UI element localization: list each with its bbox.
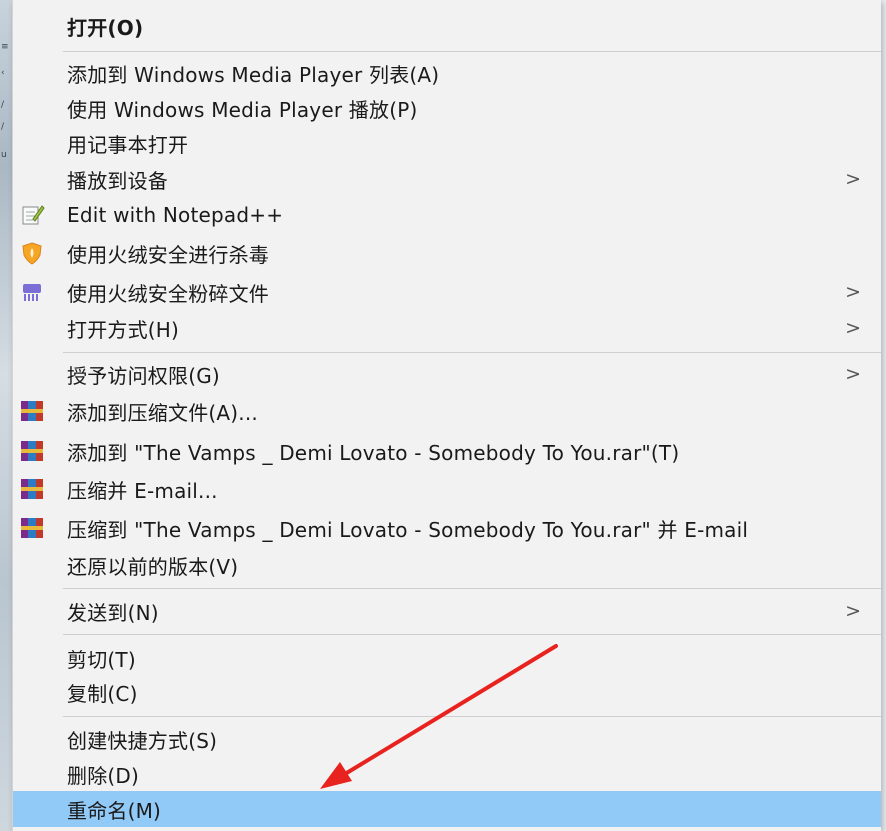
menu-item-label: Edit with Notepad++ (67, 203, 284, 227)
context-menu: 打开(O) 添加到 Windows Media Player 列表(A) 使用 … (12, 0, 881, 831)
huorong-shield-icon (22, 242, 42, 265)
menu-item-label: 添加到 Windows Media Player 列表(A) (67, 62, 440, 87)
menu-item-open-with-notepad[interactable]: 用记事本打开 (13, 125, 881, 161)
menu-item-label: 重命名(M) (67, 798, 162, 823)
menu-item-label: 还原以前的版本(V) (67, 554, 239, 579)
menu-item-label: 发送到(N) (67, 600, 159, 625)
menu-item-rename[interactable]: 重命名(M) (13, 791, 881, 827)
menu-item-create-shortcut[interactable]: 创建快捷方式(S) (13, 721, 881, 757)
menu-item-label: 压缩到 "The Vamps _ Demi Lovato - Somebody … (67, 517, 749, 542)
menu-item-add-to-rar[interactable]: 添加到 "The Vamps _ Demi Lovato - Somebody … (13, 433, 881, 469)
menu-separator (63, 716, 881, 717)
menu-item-send-to[interactable]: 发送到(N) > (13, 593, 881, 629)
winrar-icon (21, 441, 43, 461)
menu-item-add-to-archive[interactable]: 添加到压缩文件(A)... (13, 393, 881, 429)
winrar-icon (21, 518, 43, 538)
shredder-icon (23, 284, 41, 301)
menu-item-play-with-wmp[interactable]: 使用 Windows Media Player 播放(P) (13, 90, 881, 126)
chevron-right-icon: > (845, 317, 861, 339)
menu-item-huorong-shred[interactable]: 使用火绒安全粉碎文件 > (13, 274, 881, 310)
menu-item-compress-email[interactable]: 压缩并 E-mail... (13, 471, 881, 507)
menu-item-label: 使用火绒安全进行杀毒 (67, 242, 269, 267)
menu-item-cut[interactable]: 剪切(T) (13, 640, 881, 676)
menu-item-compress-to-rar-email[interactable]: 压缩到 "The Vamps _ Demi Lovato - Somebody … (13, 510, 881, 546)
menu-item-open-with[interactable]: 打开方式(H) > (13, 310, 881, 346)
menu-separator (63, 352, 881, 353)
chevron-right-icon: > (845, 281, 861, 303)
menu-item-delete[interactable]: 删除(D) (13, 756, 881, 792)
menu-separator (63, 634, 881, 635)
menu-item-label: 打开(O) (67, 15, 144, 40)
menu-item-label: 使用 Windows Media Player 播放(P) (67, 97, 418, 122)
menu-item-label: 删除(D) (67, 763, 140, 788)
menu-item-huorong-scan[interactable]: 使用火绒安全进行杀毒 (13, 235, 881, 271)
menu-item-label: 压缩并 E-mail... (67, 478, 218, 503)
menu-separator (63, 51, 881, 52)
menu-item-restore-previous[interactable]: 还原以前的版本(V) (13, 547, 881, 583)
chevron-right-icon: > (845, 168, 861, 190)
winrar-icon (21, 479, 43, 499)
menu-item-add-to-wmp-list[interactable]: 添加到 Windows Media Player 列表(A) (13, 55, 881, 91)
menu-item-label: 使用火绒安全粉碎文件 (67, 281, 269, 306)
menu-item-grant-access[interactable]: 授予访问权限(G) > (13, 356, 881, 392)
menu-item-play-to-device[interactable]: 播放到设备 > (13, 161, 881, 197)
chevron-right-icon: > (845, 600, 861, 622)
menu-item-edit-with-notepadpp[interactable]: Edit with Notepad++ (13, 197, 881, 233)
menu-item-label: 添加到压缩文件(A)... (67, 400, 258, 425)
menu-item-label: 用记事本打开 (67, 132, 189, 157)
winrar-icon (21, 401, 43, 421)
menu-item-label: 添加到 "The Vamps _ Demi Lovato - Somebody … (67, 440, 680, 465)
menu-separator (63, 588, 881, 589)
menu-item-label: 打开方式(H) (67, 317, 180, 342)
menu-item-copy[interactable]: 复制(C) (13, 674, 881, 710)
chevron-right-icon: > (845, 363, 861, 385)
menu-item-label: 播放到设备 (67, 168, 168, 193)
menu-item-label: 复制(C) (67, 681, 138, 706)
menu-item-label: 创建快捷方式(S) (67, 728, 218, 753)
notepadpp-icon (22, 205, 45, 225)
menu-item-label: 剪切(T) (67, 647, 136, 672)
menu-item-label: 授予访问权限(G) (67, 363, 220, 388)
menu-item-open[interactable]: 打开(O) (13, 8, 881, 44)
